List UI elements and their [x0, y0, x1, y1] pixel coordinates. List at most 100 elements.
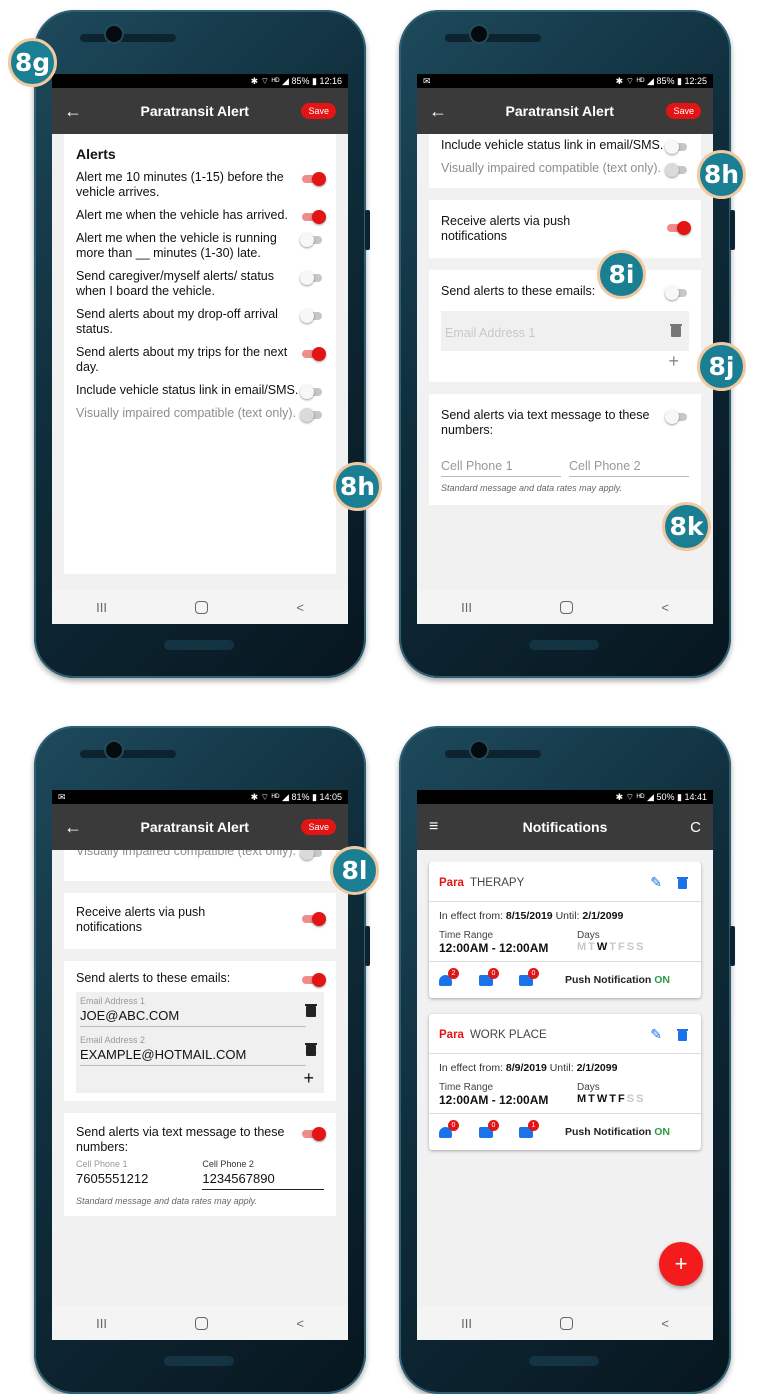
recent-apps-button[interactable]: III — [96, 600, 107, 615]
speaker — [445, 750, 541, 758]
nav-back-button[interactable]: < — [296, 1316, 304, 1331]
effect-prefix: In effect from: — [439, 1062, 503, 1074]
trash-icon[interactable] — [677, 1028, 688, 1041]
count-badge: 0 — [488, 1120, 499, 1131]
cell-phone-1-field[interactable]: 7605551212 — [76, 1169, 190, 1189]
visual-impaired-toggle[interactable] — [665, 163, 689, 177]
add-email-button[interactable]: + — [80, 1068, 316, 1089]
alert-toggle[interactable] — [300, 210, 326, 224]
rates-note: Standard message and data rates may appl… — [76, 1196, 257, 1206]
sms-toggle[interactable] — [665, 410, 689, 424]
days-label: Days — [577, 1082, 600, 1093]
push-toggle[interactable] — [300, 912, 326, 926]
screen-notifications: ✱ ⌔ ᴴᴰ ◢ 50% ▮ 14:41 ≡ Notifications C P… — [417, 790, 713, 1340]
alert-toggle[interactable] — [300, 271, 324, 285]
status-icons: ✱ ⌔ ᴴᴰ ◢ — [250, 75, 289, 86]
sms-toggle[interactable] — [300, 1127, 326, 1141]
callout-badge-8k: 8k — [662, 502, 711, 551]
email-2-field[interactable]: EXAMPLE@HOTMAIL.COM — [80, 1045, 307, 1066]
save-button[interactable]: Save — [666, 103, 701, 119]
days-value: MTWTFSS — [577, 941, 645, 953]
alert-toggle[interactable] — [300, 309, 324, 323]
vehicle-link-toggle[interactable] — [665, 140, 689, 154]
hamburger-menu-icon[interactable]: ≡ — [429, 818, 453, 836]
home-button[interactable] — [195, 600, 209, 614]
save-button[interactable]: Save — [301, 103, 336, 119]
card-header: Para THERAPY ✎ — [429, 862, 701, 902]
save-button[interactable]: Save — [301, 819, 336, 835]
cell-phone-1-input[interactable]: Cell Phone 1 — [441, 456, 561, 477]
count-badge: 1 — [528, 1120, 539, 1131]
push-row: Receive alerts via push notifications — [76, 905, 326, 935]
sensor — [302, 29, 312, 39]
trash-icon[interactable] — [305, 1004, 317, 1017]
refresh-icon[interactable]: C — [677, 819, 701, 836]
alert-row: Alert me when the vehicle is running mor… — [76, 231, 324, 261]
until-prefix: Until: — [549, 1062, 574, 1074]
email-1-field[interactable]: JOE@ABC.COM — [80, 1006, 307, 1027]
recent-apps-button[interactable]: III — [461, 1316, 472, 1331]
chat-icon[interactable]: 0 — [519, 968, 539, 988]
alerts-card: Alerts Alert me 10 minutes (1-15) before… — [64, 134, 336, 574]
nav-back-button[interactable]: < — [296, 600, 304, 615]
visual-impaired-row: Visually impaired compatible (text only)… — [441, 161, 689, 177]
effect-prefix: In effect from: — [439, 910, 503, 922]
alert-toggle[interactable] — [300, 385, 324, 399]
visual-impaired-toggle[interactable] — [300, 850, 324, 860]
alert-row: Alert me 10 minutes (1-15) before the ve… — [76, 170, 326, 200]
push-toggle[interactable] — [665, 221, 691, 235]
emails-row: Send alerts to these emails: — [76, 971, 326, 987]
count-badge: 2 — [448, 968, 459, 979]
pencil-icon[interactable]: ✎ — [650, 874, 662, 891]
alert-row: Send alerts about my drop-off arrival st… — [76, 307, 324, 337]
mail-icon[interactable]: 0 — [479, 968, 499, 988]
app-bar: ≡ Notifications C — [417, 804, 713, 850]
mail-icon[interactable]: 0 — [479, 1120, 499, 1140]
home-button[interactable] — [195, 1316, 209, 1330]
nav-back-button[interactable]: < — [661, 1316, 669, 1331]
count-badge: 0 — [488, 968, 499, 979]
side-button — [365, 926, 370, 966]
email-input[interactable]: Email Address 1 — [445, 323, 655, 343]
alert-toggle[interactable] — [300, 408, 324, 422]
chat-icon[interactable]: 1 — [519, 1120, 539, 1140]
add-notification-fab[interactable]: + — [659, 1242, 703, 1286]
emails-toggle[interactable] — [665, 286, 689, 300]
alert-label: Alert me 10 minutes (1-15) before the ve… — [76, 170, 284, 199]
chin-logo — [529, 640, 599, 650]
emails-row: Send alerts to these emails: — [441, 284, 689, 300]
notification-tag: Para — [439, 876, 464, 889]
trash-icon[interactable] — [677, 876, 688, 889]
day-letter: S — [636, 1093, 644, 1105]
alert-toggle[interactable] — [300, 347, 326, 361]
pencil-icon[interactable]: ✎ — [650, 1026, 662, 1043]
callout-badge-8h: 8h — [697, 150, 746, 199]
back-arrow-icon[interactable]: ← — [64, 817, 88, 838]
trash-icon[interactable] — [670, 324, 682, 337]
cell-phone-2-field[interactable]: 1234567890 — [202, 1169, 324, 1190]
notification-tag: Para — [439, 1028, 464, 1041]
back-arrow-icon[interactable]: ← — [64, 101, 88, 122]
recent-apps-button[interactable]: III — [461, 600, 472, 615]
recent-apps-button[interactable]: III — [96, 1316, 107, 1331]
vehicle-link-label: Include vehicle status link in email/SMS… — [441, 138, 664, 152]
bell-icon[interactable]: 2 — [439, 968, 459, 988]
alert-toggle[interactable] — [300, 172, 326, 186]
alert-toggle[interactable] — [300, 233, 324, 247]
home-button[interactable] — [560, 1316, 574, 1330]
cell-phone-2-input[interactable]: Cell Phone 2 — [569, 456, 689, 477]
day-letter: M — [577, 1093, 587, 1105]
back-arrow-icon[interactable]: ← — [429, 101, 453, 122]
bell-icon[interactable]: 0 — [439, 1120, 459, 1140]
alert-label: Alert me when the vehicle is running mor… — [76, 231, 277, 260]
emails-toggle[interactable] — [300, 973, 326, 987]
nav-back-button[interactable]: < — [661, 600, 669, 615]
phone-frame-1: ✱ ⌔ ᴴᴰ ◢ 85% ▮ 12:16 ← Paratransit Alert… — [34, 10, 370, 678]
time-range-label: Time Range — [439, 930, 494, 941]
add-email-button[interactable]: + — [441, 351, 689, 372]
nav-bar: III < — [52, 590, 348, 624]
trash-icon[interactable] — [305, 1043, 317, 1056]
effect-until: 2/1/2099 — [576, 1062, 618, 1074]
app-bar: ← Paratransit Alert Save — [52, 804, 348, 850]
home-button[interactable] — [560, 600, 574, 614]
